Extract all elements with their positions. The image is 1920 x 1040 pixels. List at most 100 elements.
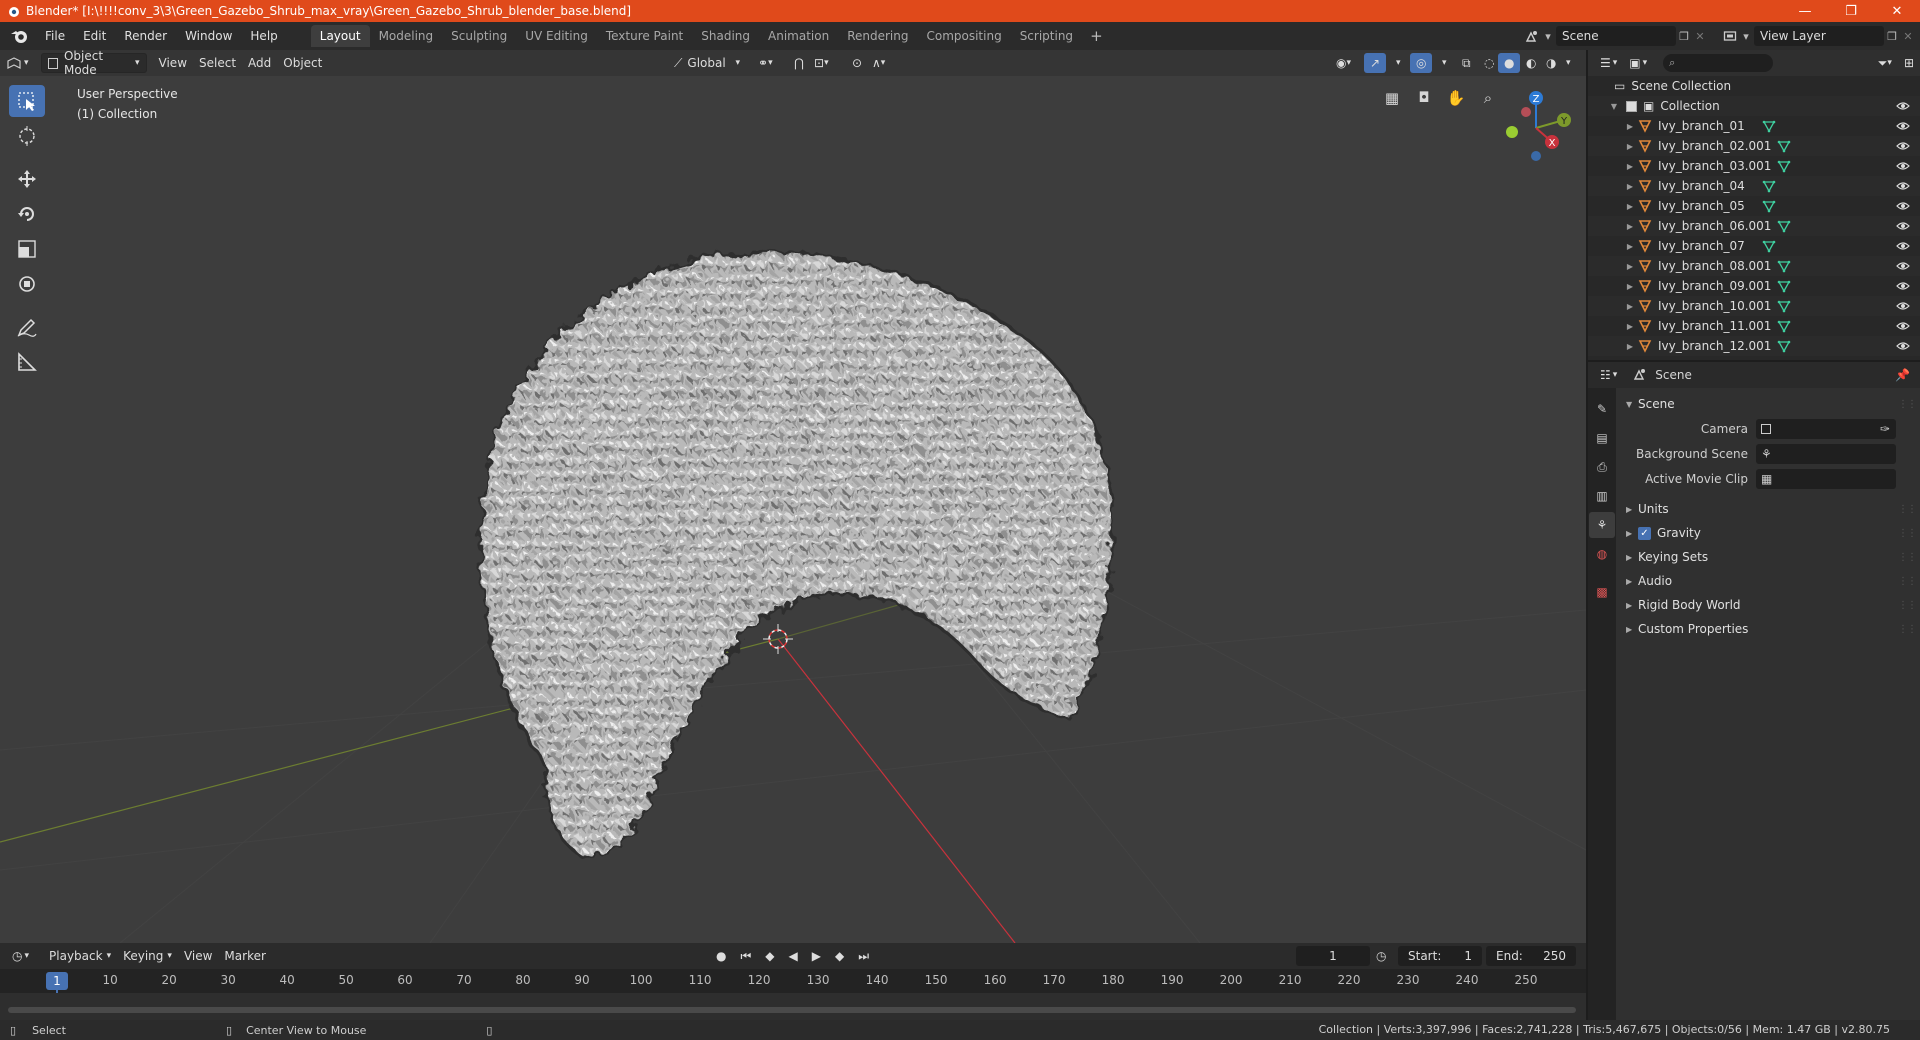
shrub-mesh[interactable] [478, 250, 1115, 858]
play-reverse-button[interactable]: ◀ [783, 946, 804, 966]
tab-shading[interactable]: Shading [692, 25, 759, 47]
drag-grip-icon[interactable]: ⋮⋮ [1898, 576, 1917, 587]
editor-type-button[interactable]: ▾ [0, 53, 35, 73]
drag-grip-icon[interactable]: ⋮⋮ [1898, 600, 1917, 611]
menu-file[interactable]: File [36, 25, 74, 47]
menu-help[interactable]: Help [241, 25, 286, 47]
tab-view-layer[interactable]: ▥ [1589, 483, 1615, 509]
background-scene-field[interactable]: ⚘ [1756, 443, 1896, 464]
playhead[interactable]: 1 [46, 972, 68, 990]
jump-keyframe-back-button[interactable]: ◆ [759, 946, 780, 966]
drag-grip-icon[interactable]: ⋮⋮ [1898, 624, 1917, 635]
menu-add[interactable]: Add [242, 53, 277, 73]
record-button[interactable]: ● [710, 946, 732, 966]
expand-arrow-icon[interactable]: ▶ [1624, 282, 1636, 291]
eye-icon[interactable] [1896, 299, 1910, 313]
outliner-object-row[interactable]: ▶ Ivy_branch_09.001 [1588, 276, 1920, 296]
tab-layout[interactable]: Layout [310, 25, 370, 47]
maximize-button[interactable]: ❐ [1828, 0, 1874, 22]
eye-icon[interactable] [1896, 219, 1910, 233]
audio-panel-header[interactable]: ▶ Audio ⋮⋮ [1618, 569, 1920, 593]
measure-tool[interactable] [9, 346, 45, 378]
menu-object[interactable]: Object [277, 53, 328, 73]
expand-arrow-icon[interactable]: ▶ [1624, 262, 1636, 271]
expand-arrow-icon[interactable]: ▶ [1624, 302, 1636, 311]
eye-icon[interactable] [1896, 159, 1910, 173]
drag-grip-icon[interactable]: ⋮⋮ [1898, 399, 1917, 410]
filter-button[interactable]: ⏷ ▾ [1872, 53, 1898, 73]
start-frame-field[interactable]: Start: 1 [1398, 946, 1482, 966]
stopwatch-icon[interactable]: ◷ [1376, 949, 1386, 963]
tab-scene[interactable]: ⚘ [1589, 512, 1615, 538]
tab-modeling[interactable]: Modeling [370, 25, 443, 47]
eye-icon[interactable] [1896, 99, 1910, 113]
eyedropper-icon[interactable]: ✑ [1880, 422, 1890, 436]
toggle-perspective-button[interactable]: ▦ [1380, 86, 1404, 110]
delete-scene-icon[interactable]: ✕ [1692, 28, 1708, 44]
eye-icon[interactable] [1896, 139, 1910, 153]
shading-dropdown[interactable]: ▾ [1560, 53, 1577, 73]
tab-animation[interactable]: Animation [759, 25, 838, 47]
keying-sets-panel-header[interactable]: ▶ Keying Sets ⋮⋮ [1618, 545, 1920, 569]
mesh-data-icon[interactable] [1762, 179, 1776, 193]
gravity-panel-header[interactable]: ▶ ✓ Gravity ⋮⋮ [1618, 521, 1920, 545]
tab-texture-paint[interactable]: Texture Paint [597, 25, 692, 47]
tab-output[interactable]: ⎙ [1589, 454, 1615, 480]
overlays-dropdown[interactable]: ▾ [1436, 53, 1453, 73]
mesh-data-icon[interactable] [1777, 299, 1791, 313]
mesh-data-icon[interactable] [1762, 199, 1776, 213]
eye-icon[interactable] [1896, 239, 1910, 253]
proportional-edit-toggle[interactable]: ⊙ [846, 53, 868, 73]
view-layer-selector[interactable]: ▾ View Layer ❐ ✕ [1722, 25, 1920, 47]
add-workspace-button[interactable]: + [1082, 27, 1111, 45]
scene-selector[interactable]: ▾ Scene ❐ ✕ [1524, 25, 1720, 47]
pan-view-button[interactable]: ✋ [1444, 86, 1468, 110]
timeline-editor-type-button[interactable]: ◷ ▾ [6, 946, 35, 966]
outliner-object-row[interactable]: ▶ Ivy_branch_10.001 [1588, 296, 1920, 316]
select-box-tool[interactable] [9, 85, 45, 117]
camera-field[interactable]: ✑ [1756, 418, 1896, 439]
eye-icon[interactable] [1896, 319, 1910, 333]
scale-tool[interactable] [9, 233, 45, 265]
new-scene-icon[interactable]: ❐ [1676, 28, 1692, 44]
tab-world[interactable]: ◍ [1589, 541, 1615, 567]
3d-viewport[interactable]: ▾ Object Mode ▾ View Select Add Object ⟋… [0, 50, 1586, 943]
eye-icon[interactable] [1896, 339, 1910, 353]
expand-arrow-icon[interactable]: ▶ [1624, 182, 1636, 191]
end-frame-field[interactable]: End: 250 [1486, 946, 1576, 966]
menu-view[interactable]: View [153, 53, 193, 73]
tab-render[interactable]: ▤ [1589, 425, 1615, 451]
rigid-body-world-panel-header[interactable]: ▶ Rigid Body World ⋮⋮ [1618, 593, 1920, 617]
blender-logo-icon[interactable] [10, 27, 28, 45]
mesh-data-icon[interactable] [1777, 339, 1791, 353]
current-frame-field[interactable]: 1 [1296, 946, 1370, 966]
mesh-data-icon[interactable] [1777, 139, 1791, 153]
outliner-object-row[interactable]: ▶ Ivy_branch_05 [1588, 196, 1920, 216]
timeline-track-area[interactable] [0, 993, 1586, 1020]
expand-arrow-icon[interactable]: ▶ [1624, 162, 1636, 171]
snap-toggle[interactable]: ⋂ [788, 53, 810, 73]
tab-compositing[interactable]: Compositing [917, 25, 1010, 47]
gizmo-toggle[interactable]: ↗ [1364, 53, 1387, 73]
minimize-button[interactable]: — [1782, 0, 1828, 22]
tab-uv-editing[interactable]: UV Editing [516, 25, 597, 47]
tab-texture[interactable]: ▩ [1589, 579, 1615, 605]
new-collection-button[interactable]: ⊞ [1898, 53, 1920, 73]
gizmo-dropdown[interactable]: ▾ [1390, 53, 1407, 73]
xray-toggle[interactable]: ⧉ [1456, 53, 1477, 73]
tab-tool[interactable]: ✎ [1589, 396, 1615, 422]
timeline-scrollbar[interactable] [8, 1007, 1576, 1013]
outliner-object-row[interactable]: ▶ Ivy_branch_02.001 [1588, 136, 1920, 156]
jump-end-button[interactable]: ⏭ [852, 946, 875, 966]
outliner-editor-type-button[interactable]: ☰ ▾ [1594, 53, 1623, 73]
view-layer-name-field[interactable]: View Layer [1754, 26, 1884, 46]
scene-name-field[interactable]: Scene [1556, 26, 1676, 46]
play-button[interactable]: ▶ [806, 946, 827, 966]
mesh-data-icon[interactable] [1777, 279, 1791, 293]
outliner-object-row[interactable]: ▶ Ivy_branch_12.001 [1588, 336, 1920, 356]
outliner-object-row[interactable]: ▶ Ivy_branch_03.001 [1588, 156, 1920, 176]
drag-grip-icon[interactable]: ⋮⋮ [1898, 504, 1917, 515]
transform-orientation-dropdown[interactable]: ⟋ Global ▾ [668, 53, 746, 73]
expand-arrow-icon[interactable]: ▼ [1608, 102, 1620, 111]
new-view-layer-icon[interactable]: ❐ [1884, 28, 1900, 44]
